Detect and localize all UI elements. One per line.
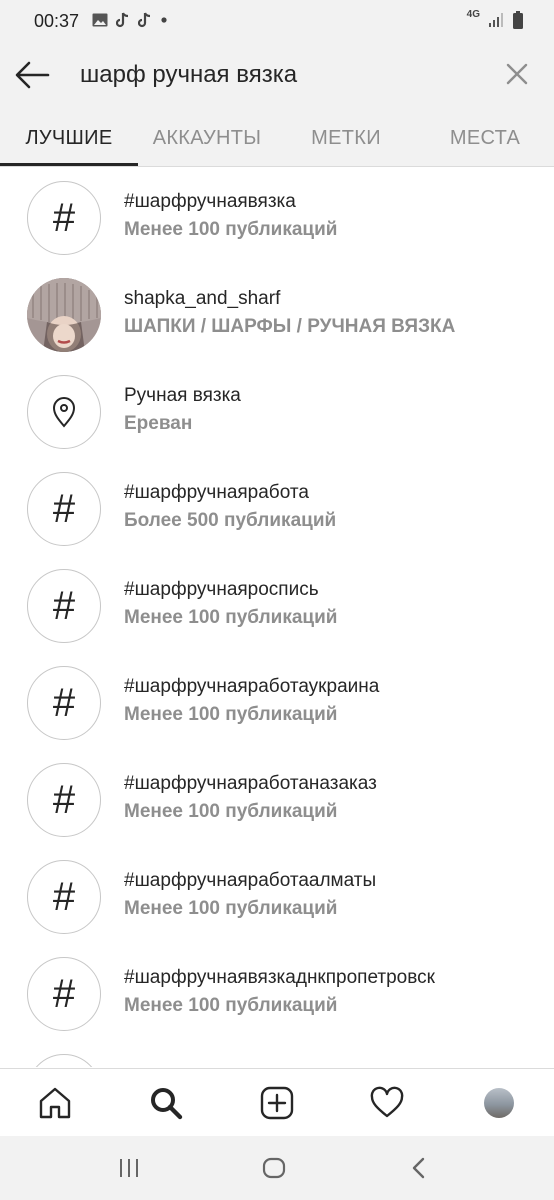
system-status-icons: 4G [466, 9, 524, 29]
result-title: #шарфручнаяработаалматы [124, 870, 377, 891]
bottom-navigation [0, 1068, 554, 1137]
result-subtitle: Менее 100 публикаций [124, 704, 338, 725]
back-arrow-icon[interactable] [14, 59, 50, 91]
hashtag-icon: # [27, 763, 101, 837]
search-header: шарф ручная вязка [0, 42, 554, 108]
network-type-label: 4G [466, 9, 480, 20]
result-title: #шарфручнаяработаназаказ [124, 773, 377, 794]
back-button-icon[interactable] [410, 1157, 426, 1179]
list-item-partial[interactable]: # [0, 1040, 554, 1067]
search-results-list[interactable]: # #шарфручнаявязка Менее 100 публикаций … [0, 167, 554, 1067]
hashtag-icon: # [27, 472, 101, 546]
search-icon[interactable] [148, 1085, 184, 1121]
search-input[interactable]: шарф ручная вязка [80, 61, 297, 89]
tab-places[interactable]: МЕСТА [416, 108, 554, 166]
tab-top[interactable]: ЛУЧШИЕ [0, 108, 138, 166]
system-navigation-bar [0, 1136, 554, 1200]
new-post-icon[interactable] [259, 1085, 295, 1121]
active-tab-indicator [0, 163, 138, 166]
list-item[interactable]: # #шарфручнаявязка Менее 100 публикаций [0, 167, 554, 264]
tiktok-icon [138, 12, 151, 28]
status-time: 00:37 [34, 11, 80, 31]
gallery-icon [92, 13, 108, 27]
hashtag-icon: # [27, 1054, 101, 1067]
result-subtitle: Ереван [124, 413, 193, 434]
result-title: #шарфручнаявязкаднкпропетровск [124, 967, 435, 988]
hashtag-icon: # [27, 181, 101, 255]
tiktok-icon [116, 12, 129, 28]
result-subtitle: ШАПКИ / ШАРФЫ / РУЧНАЯ ВЯЗКА [124, 316, 456, 337]
result-subtitle: Более 500 публикаций [124, 510, 337, 531]
result-subtitle: Менее 100 публикаций [124, 898, 338, 919]
more-notifications-dot-icon [161, 17, 167, 23]
result-subtitle: Менее 100 публикаций [124, 219, 338, 240]
tab-accounts[interactable]: АККАУНТЫ [138, 108, 276, 166]
heart-icon[interactable] [369, 1085, 405, 1121]
result-title: shapka_and_sharf [124, 288, 281, 309]
hashtag-icon: # [27, 666, 101, 740]
list-item[interactable]: # #шарфручнаявязкаднкпропетровск Менее 1… [0, 943, 554, 1040]
notification-icons [92, 12, 168, 28]
list-item[interactable]: shapka_and_sharf ШАПКИ / ШАРФЫ / РУЧНАЯ … [0, 264, 554, 361]
recent-apps-icon[interactable] [118, 1158, 140, 1178]
knitted-hat-photo [27, 278, 101, 352]
location-pin-icon [27, 375, 101, 449]
list-item[interactable]: # #шарфручнаяработаназаказ Менее 100 пуб… [0, 749, 554, 846]
result-title: #шарфручнаяработаукраина [124, 676, 380, 697]
hashtag-icon: # [27, 569, 101, 643]
result-subtitle: Менее 100 публикаций [124, 801, 338, 822]
list-item[interactable]: # #шарфручнаяработаалматы Менее 100 публ… [0, 846, 554, 943]
signal-icon [489, 13, 503, 27]
search-tabs: ЛУЧШИЕ АККАУНТЫ МЕТКИ МЕСТА [0, 108, 554, 167]
result-subtitle: Менее 100 публикаций [124, 995, 338, 1016]
list-item[interactable]: # #шарфручнаяработа Более 500 публикаций [0, 458, 554, 555]
status-bar: 00:37 4G [0, 0, 554, 42]
result-subtitle: Менее 100 публикаций [124, 607, 338, 628]
list-item[interactable]: # #шарфручнаяработаукраина Менее 100 пуб… [0, 652, 554, 749]
hashtag-icon: # [27, 860, 101, 934]
result-title: #шарфручнаявязка [124, 191, 296, 212]
profile-avatar-icon[interactable] [484, 1088, 514, 1118]
result-title: #шарфручнаяработа [124, 482, 309, 503]
list-item[interactable]: # #шарфручнаяроспись Менее 100 публикаци… [0, 555, 554, 652]
home-icon[interactable] [37, 1085, 73, 1121]
result-title: Ручная вязка [124, 385, 241, 406]
battery-icon [513, 11, 523, 29]
list-item[interactable]: Ручная вязка Ереван [0, 361, 554, 458]
home-button-icon[interactable] [262, 1157, 286, 1179]
profile-avatar [27, 278, 101, 352]
result-title: #шарфручнаяроспись [124, 579, 319, 600]
hashtag-icon: # [27, 957, 101, 1031]
tab-tags[interactable]: МЕТКИ [276, 108, 416, 166]
close-icon[interactable] [506, 63, 528, 85]
